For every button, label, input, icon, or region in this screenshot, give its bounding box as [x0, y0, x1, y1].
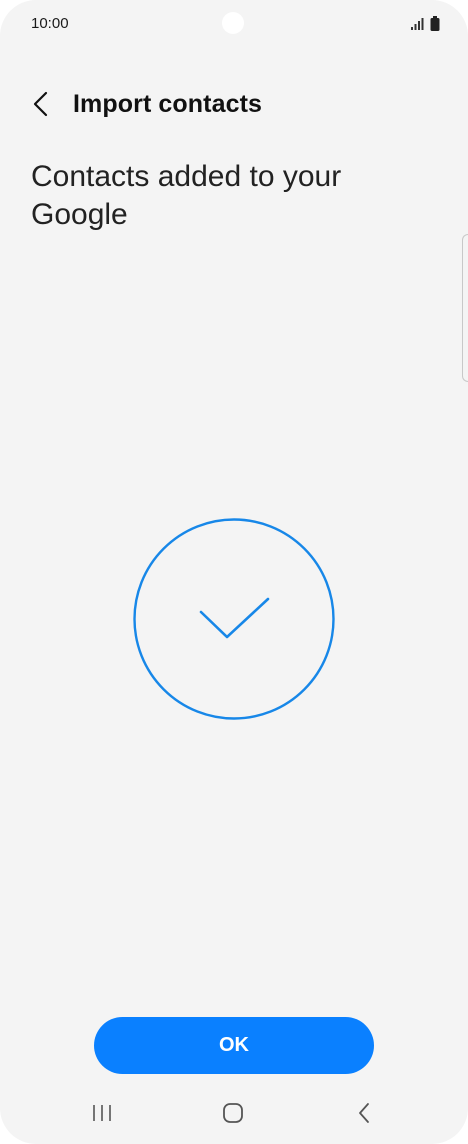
front-camera	[222, 12, 244, 34]
navigation-bar	[0, 1086, 468, 1144]
checkmark-circle-icon	[133, 518, 335, 720]
back-icon	[359, 1103, 369, 1123]
battery-icon	[430, 16, 440, 31]
scroll-indicator[interactable]	[462, 234, 468, 382]
status-heading: Contacts added to your Google	[31, 160, 342, 231]
page-title: Import contacts	[73, 90, 263, 118]
home-button[interactable]	[211, 1096, 255, 1130]
ok-button-label: OK	[219, 1034, 249, 1056]
app-header: Import contacts	[0, 80, 468, 130]
status-time: 10:00	[31, 15, 69, 32]
recents-icon	[93, 1105, 111, 1121]
phone-screen: 10:00 Import contacts Contacts added to …	[0, 0, 468, 1144]
ok-button[interactable]: OK	[94, 1017, 374, 1074]
recents-button[interactable]	[80, 1096, 124, 1130]
chevron-left-icon	[33, 91, 48, 117]
status-bar: 10:00	[0, 0, 468, 48]
nav-back-button[interactable]	[342, 1096, 386, 1130]
back-button[interactable]	[24, 86, 58, 122]
home-icon	[223, 1103, 243, 1123]
